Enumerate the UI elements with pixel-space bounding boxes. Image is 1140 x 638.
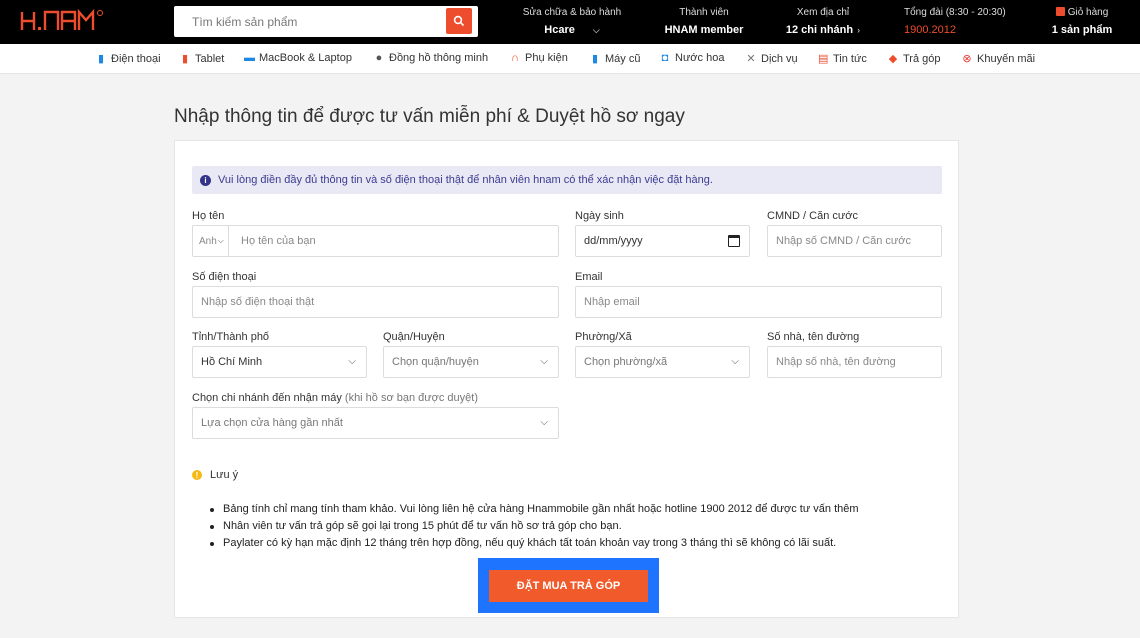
- list-item: Nhân viên tư vấn trả góp sẽ gọi lại tron…: [210, 518, 859, 535]
- tools-icon: ✕: [746, 53, 756, 65]
- chevron-down-icon: ⌵: [540, 356, 548, 367]
- salutation-select[interactable]: Anh ⌵: [193, 226, 229, 256]
- installment-form: i Vui lòng điền đầy đủ thông tin và số đ…: [174, 140, 959, 618]
- chevron-down-icon: ⌵: [348, 356, 356, 367]
- chevron-right-icon: ›: [857, 25, 861, 35]
- city-select[interactable]: Hồ Chí Minh ⌵: [192, 346, 367, 378]
- member-link[interactable]: Thành viên HNAM member: [658, 6, 750, 40]
- info-icon: i: [200, 174, 211, 186]
- tablet-icon: ▮: [181, 53, 189, 65]
- phone-field: [192, 286, 559, 318]
- nav-item-dien-thoai[interactable]: ▮ Điện thoại: [96, 52, 161, 66]
- installment-icon: ◆: [888, 53, 898, 65]
- chevron-down-icon: ⌵: [731, 356, 739, 367]
- hotline-info[interactable]: Tổng đài (8:30 - 20:30) 1900.2012: [904, 6, 1010, 40]
- nav-item-installment[interactable]: ◆ Trả góp: [888, 52, 941, 66]
- submit-installment-button[interactable]: ĐẶT MUA TRẢ GÓP: [489, 569, 648, 602]
- chevron-down-icon: ⌵: [592, 25, 600, 35]
- top-header: Sửa chữa & bảo hành Hcare⌵ Thành viên HN…: [0, 0, 1140, 44]
- calendar-icon[interactable]: [728, 235, 740, 247]
- page-title: Nhập thông tin để được tư vấn miễn phí &…: [174, 106, 685, 127]
- phone-icon: ▮: [97, 53, 105, 65]
- email-input[interactable]: [576, 287, 941, 317]
- nav-item-smartwatch[interactable]: ● Đồng hồ thông minh: [374, 52, 488, 64]
- nav-item-perfume[interactable]: ◘ Nước hoa: [660, 52, 725, 64]
- email-field: [575, 286, 942, 318]
- email-label: Email: [575, 271, 603, 283]
- search-icon: [453, 15, 465, 27]
- dob-input[interactable]: dd/mm/yyyy: [575, 225, 750, 257]
- branch-select[interactable]: Lựa chọn cửa hàng gần nhất ⌵: [192, 407, 559, 439]
- repair-warranty-link[interactable]: Sửa chữa & bảo hành Hcare ⌵: [522, 6, 622, 40]
- nav-item-promotions[interactable]: ⊗ Khuyến mãi: [962, 52, 1035, 66]
- submit-highlight: ĐẶT MUA TRẢ GÓP: [478, 558, 659, 613]
- chevron-down-icon: ⌵: [217, 236, 224, 245]
- note-heading: ! Lưu ý: [192, 469, 238, 481]
- district-label: Quận/Huyện: [383, 331, 445, 343]
- branch-label: Chọn chi nhánh đến nhận máy (khi hồ sơ b…: [192, 392, 478, 404]
- id-card-input[interactable]: [768, 226, 941, 256]
- ward-label: Phường/Xã: [575, 331, 632, 343]
- nav-item-macbook-laptop[interactable]: ▬ MacBook & Laptop: [244, 52, 352, 64]
- district-select[interactable]: Chọn quận/huyện ⌵: [383, 346, 559, 378]
- news-icon: ▤: [818, 53, 829, 65]
- chevron-down-icon: ⌵: [540, 417, 548, 428]
- promo-icon: ⊗: [962, 53, 972, 65]
- name-input[interactable]: [229, 226, 559, 256]
- warning-icon: !: [192, 470, 202, 480]
- phone-label: Số điện thoại: [192, 271, 257, 283]
- nav-item-used-phones[interactable]: ▮ Máy cũ: [590, 52, 641, 66]
- name-field: Anh ⌵: [192, 225, 559, 257]
- hnam-logo[interactable]: [20, 8, 126, 33]
- list-item: Paylater có kỳ hạn mặc định 12 tháng trê…: [210, 535, 859, 552]
- nav-item-accessories[interactable]: ∩ Phụ kiện: [510, 52, 568, 64]
- perfume-icon: ◘: [661, 52, 669, 64]
- note-list: Bảng tính chỉ mang tính tham khảo. Vui l…: [210, 501, 859, 552]
- info-notice: i Vui lòng điền đầy đủ thông tin và số đ…: [192, 166, 942, 194]
- ward-select[interactable]: Chọn phường/xã ⌵: [575, 346, 750, 378]
- category-nav: ▮ Điện thoại ▮ Tablet ▬ MacBook & Laptop ● Đ…: [0, 44, 1140, 74]
- used-phone-icon: ▮: [591, 53, 599, 65]
- list-item: Bảng tính chỉ mang tính tham khảo. Vui l…: [210, 501, 859, 518]
- cart-link[interactable]: Giỏ hàng 1 sản phẩm: [1046, 6, 1118, 40]
- id-card-label: CMND / Căn cước: [767, 210, 858, 222]
- store-address-link[interactable]: Xem địa chỉ 12 chi nhánh ›: [782, 6, 864, 40]
- search-box: [174, 6, 478, 37]
- street-field: [767, 346, 942, 378]
- nav-item-news[interactable]: ▤ Tin tức: [818, 52, 867, 66]
- laptop-icon: ▬: [244, 52, 255, 64]
- name-label: Họ tên: [192, 210, 225, 222]
- street-input[interactable]: [768, 347, 941, 377]
- cart-icon: [1055, 7, 1065, 16]
- search-button[interactable]: [446, 8, 472, 34]
- nav-item-tablet[interactable]: ▮ Tablet: [180, 52, 224, 66]
- watch-icon: ●: [375, 52, 383, 64]
- headphone-icon: ∩: [511, 52, 519, 64]
- id-card-field: [767, 225, 942, 257]
- phone-input[interactable]: [193, 287, 558, 317]
- street-label: Số nhà, tên đường: [767, 331, 860, 343]
- search-input[interactable]: [174, 6, 444, 37]
- city-label: Tỉnh/Thành phố: [192, 331, 270, 343]
- nav-item-services[interactable]: ✕ Dịch vụ: [746, 52, 797, 66]
- dob-label: Ngày sinh: [575, 210, 624, 222]
